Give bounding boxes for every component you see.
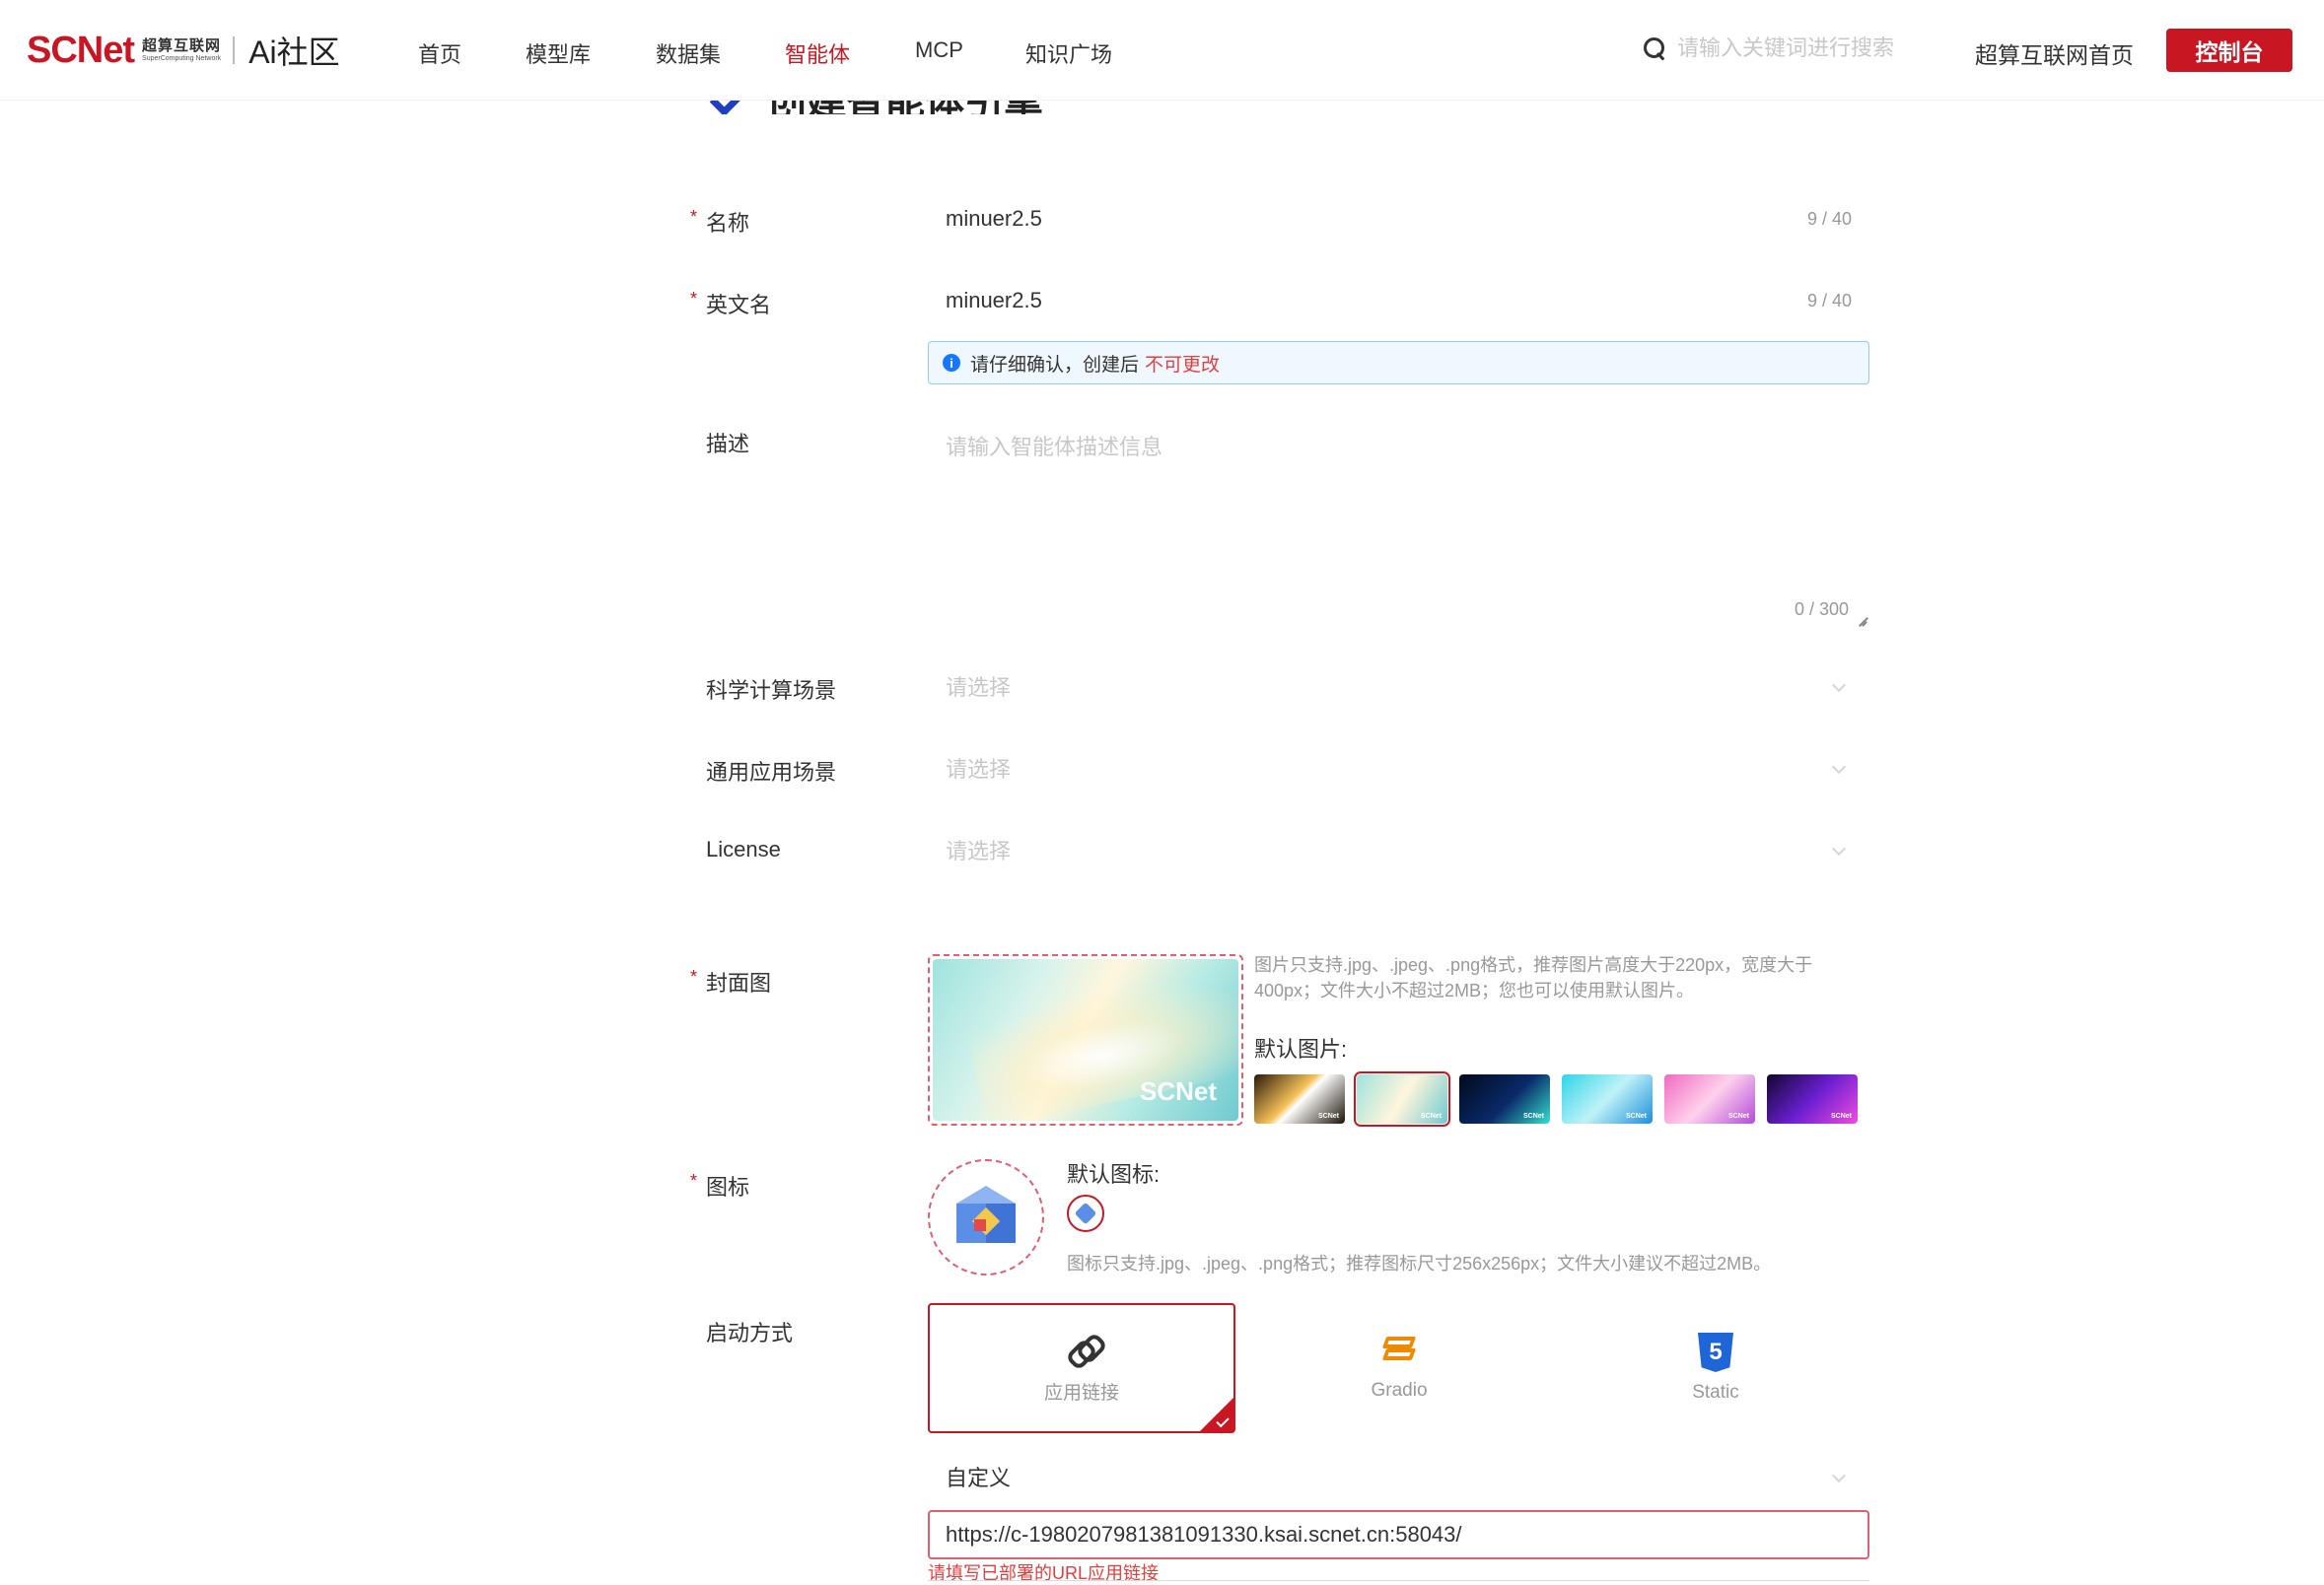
logo-sub-cn: 超算互联网 xyxy=(142,37,222,54)
cover-upload[interactable]: SCNet xyxy=(928,954,1243,1126)
top-header: SC Net 超算互联网 SuperComputing Network Ai社区 … xyxy=(0,0,2324,101)
thumb-brand: SCNet xyxy=(1317,1113,1339,1120)
general-scene-label: 通用应用场景 xyxy=(706,760,837,785)
launch-options: 应用链接 Gradio 5 Static xyxy=(928,1303,1869,1433)
url-error-message: 请填写已部署的URL应用链接 xyxy=(928,1563,1160,1583)
nav-models[interactable]: 模型库 xyxy=(526,37,591,69)
logo-subtitle: 超算互联网 SuperComputing Network xyxy=(142,38,221,62)
license-label: License xyxy=(706,837,781,861)
chevron-down-icon xyxy=(1831,841,1847,857)
default-image-thumb[interactable]: SCNet xyxy=(1562,1074,1653,1124)
default-image-thumb[interactable]: SCNet xyxy=(1767,1074,1858,1124)
link-icon xyxy=(1064,1333,1099,1368)
name-label: 名称 xyxy=(706,211,750,236)
required-mark: * xyxy=(690,1171,698,1191)
general-scene-select[interactable]: 请选择 xyxy=(928,738,1869,797)
cover-label: 封面图 xyxy=(706,971,772,996)
cover-image: SCNet xyxy=(933,959,1238,1121)
launch-option-static[interactable]: 5 Static xyxy=(1562,1303,1869,1433)
english-name-value: minuer2.5 xyxy=(946,288,1042,312)
description-textarea[interactable]: 请输入智能体描述信息 xyxy=(928,414,1869,629)
cover-description: 图片只支持.jpg、.jpeg、.png格式，推荐图片高度大于220px，宽度大… xyxy=(1254,955,1813,1000)
nav-agents[interactable]: 智能体 xyxy=(785,37,850,69)
license-select[interactable]: 请选择 xyxy=(928,820,1869,879)
logo-brand-sc: SC xyxy=(27,29,78,71)
required-mark: * xyxy=(690,967,698,987)
license-placeholder: 请选择 xyxy=(946,839,1012,863)
science-scene-placeholder: 请选择 xyxy=(946,675,1012,700)
cube-icon xyxy=(956,1186,1016,1249)
default-image-thumb[interactable]: SCNet xyxy=(1459,1074,1550,1124)
thumb-brand: SCNet xyxy=(1727,1113,1749,1120)
cover-brand: SCNet xyxy=(1139,1076,1217,1106)
icon-upload[interactable] xyxy=(928,1159,1044,1275)
general-scene-placeholder: 请选择 xyxy=(946,757,1012,782)
thumb-brand: SCNet xyxy=(1522,1113,1544,1120)
nav-datasets[interactable]: 数据集 xyxy=(656,37,721,69)
gradio-icon xyxy=(1380,1335,1418,1370)
launch-mode-value: 自定义 xyxy=(946,1466,1012,1490)
launch-option-label: 应用链接 xyxy=(1043,1382,1119,1404)
resize-handle-icon[interactable] xyxy=(1856,615,1867,627)
logo-sub-en: SuperComputing Network xyxy=(142,55,222,62)
hint-warning: 不可更改 xyxy=(1145,354,1221,376)
required-mark: * xyxy=(690,289,698,309)
english-name-label: 英文名 xyxy=(706,293,772,317)
launch-label: 启动方式 xyxy=(706,1321,794,1345)
required-mark: * xyxy=(690,207,698,227)
icon-description: 图标只支持.jpg、.jpeg、.png格式；推荐图标尺寸256x256px；文… xyxy=(1067,1254,1772,1274)
logo-divider xyxy=(233,36,236,64)
icon-label: 图标 xyxy=(706,1175,750,1200)
thumb-brand: SCNet xyxy=(1420,1113,1442,1120)
chevron-down-icon xyxy=(1831,759,1847,775)
default-image-thumb[interactable]: SCNet xyxy=(1354,1071,1450,1127)
launch-option-label: Static xyxy=(1692,1382,1739,1403)
default-image-list: SCNet SCNet SCNet SCNet SCNet SCNet xyxy=(1254,1071,1869,1127)
chevron-down-icon xyxy=(1831,677,1847,693)
launch-option-gradio[interactable]: Gradio xyxy=(1245,1303,1553,1433)
thumb-brand: SCNet xyxy=(1830,1113,1852,1120)
console-button[interactable]: 控制台 xyxy=(2166,29,2292,72)
launch-mode-select[interactable]: 自定义 xyxy=(928,1447,1869,1506)
nav-knowledge[interactable]: 知识广场 xyxy=(1025,37,1112,69)
description-placeholder: 请输入智能体描述信息 xyxy=(946,435,1163,459)
chevron-down-icon xyxy=(1831,1468,1847,1483)
search-input[interactable] xyxy=(1677,35,1914,61)
default-image-label: 默认图片: xyxy=(1254,1037,1348,1062)
nav-home[interactable]: 首页 xyxy=(418,37,461,69)
info-icon: i xyxy=(943,354,960,372)
description-label: 描述 xyxy=(706,432,750,456)
cube-mini-icon xyxy=(1074,1202,1097,1225)
default-icon-option[interactable] xyxy=(1067,1195,1104,1232)
search-bar xyxy=(1642,35,1914,61)
name-input[interactable]: minuer2.5 9 / 40 xyxy=(928,189,1869,248)
logo-brand-net: Net xyxy=(76,29,135,71)
default-image-thumb[interactable]: SCNet xyxy=(1664,1074,1755,1124)
hint-text: 请仔细确认，创建后 xyxy=(970,354,1140,376)
html5-icon: 5 xyxy=(1698,1333,1733,1372)
search-icon[interactable] xyxy=(1642,35,1667,61)
launch-option-label: Gradio xyxy=(1371,1380,1428,1401)
selected-corner xyxy=(1200,1398,1233,1431)
name-value: minuer2.5 xyxy=(946,206,1042,231)
nav-mcp[interactable]: MCP xyxy=(915,37,963,63)
english-name-counter: 9 / 40 xyxy=(1806,290,1852,310)
confirm-hint: i 请仔细确认，创建后 不可更改 xyxy=(928,341,1869,384)
default-image-thumb[interactable]: SCNet xyxy=(1254,1074,1345,1124)
app-url-input[interactable] xyxy=(928,1510,1869,1559)
english-name-input[interactable]: minuer2.5 9 / 40 xyxy=(928,271,1869,330)
science-scene-label: 科学计算场景 xyxy=(706,678,837,703)
name-counter: 9 / 40 xyxy=(1806,208,1852,229)
science-scene-select[interactable]: 请选择 xyxy=(928,656,1869,716)
description-counter: 0 / 300 xyxy=(1795,599,1850,619)
scnet-home-link[interactable]: 超算互联网首页 xyxy=(1975,36,2134,70)
default-icon-label: 默认图标: xyxy=(1067,1162,1161,1187)
logo-community: Ai社区 xyxy=(248,34,340,70)
scnet-logo[interactable]: SC Net 超算互联网 SuperComputing Network Ai社区 xyxy=(27,28,340,73)
launch-option-app-link[interactable]: 应用链接 xyxy=(928,1303,1235,1433)
thumb-brand: SCNet xyxy=(1625,1113,1647,1120)
